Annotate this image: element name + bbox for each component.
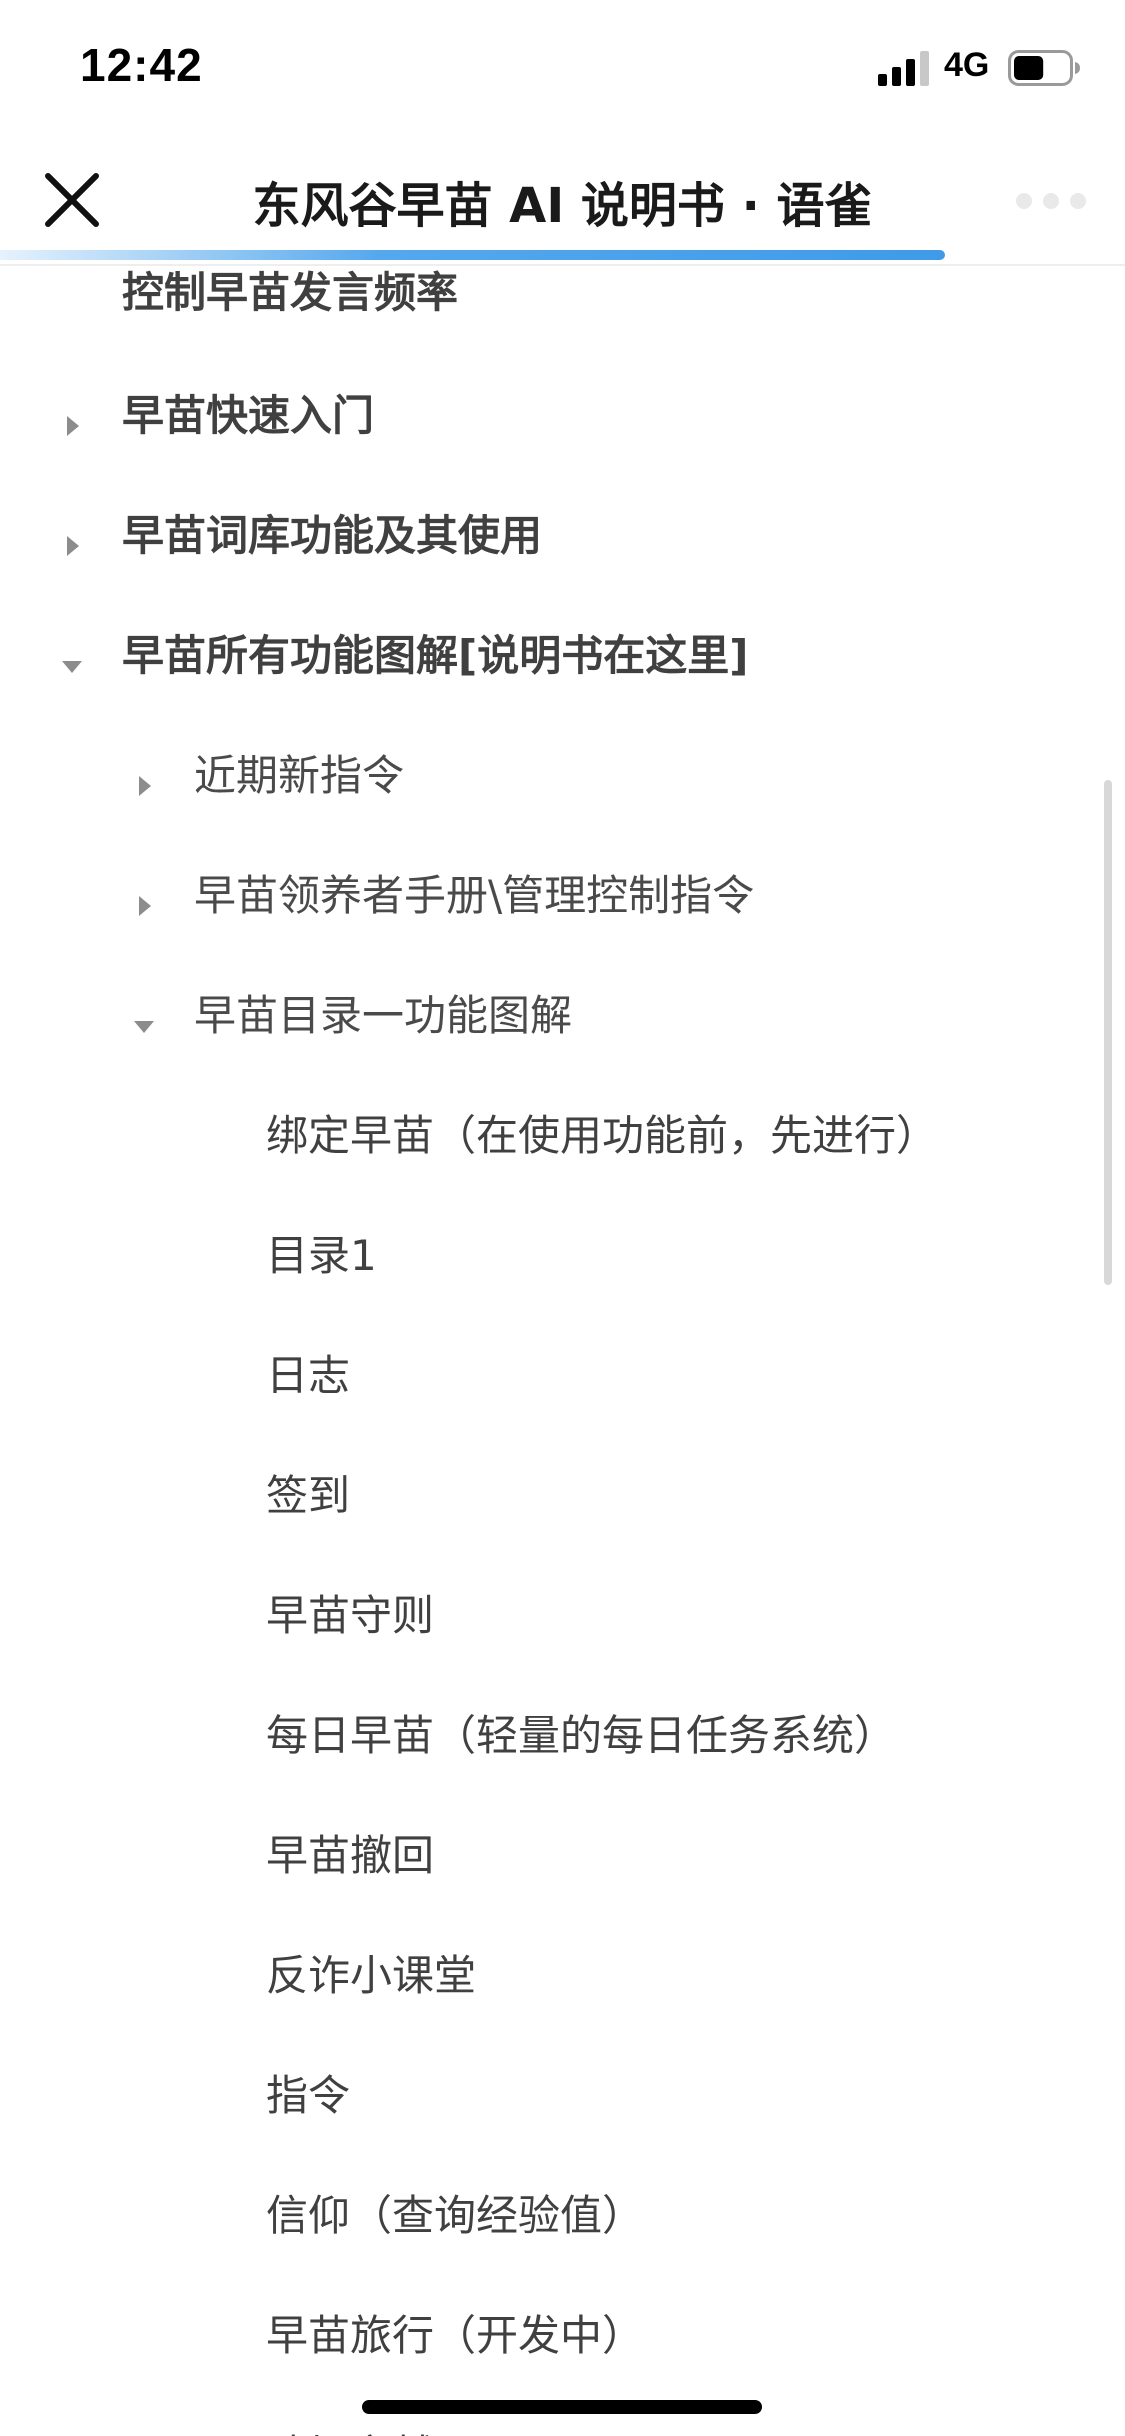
tree-leaf[interactable]: 早苗撤回 xyxy=(266,1807,434,1897)
page-title: 东风谷早苗 AI 说明书 · 语雀 xyxy=(252,178,873,234)
more-options-icon[interactable] xyxy=(1006,176,1096,226)
caret-down-icon[interactable] xyxy=(58,652,86,680)
tree-item[interactable]: 早苗所有功能图解[说明书在这里] xyxy=(122,607,748,697)
tree-item-label: 控制早苗发言频率 xyxy=(122,267,459,317)
tree-leaf-label: 签到 xyxy=(266,1470,351,1520)
tree-leaf-label: 赌场穿越 xyxy=(266,2422,434,2436)
tree-item[interactable]: 早苗词库功能及其使用 xyxy=(122,487,542,577)
caret-right-icon[interactable] xyxy=(58,412,86,440)
tree-leaf-label: 早苗旅行（开发中） xyxy=(266,2310,645,2360)
tree-leaf[interactable]: 签到 xyxy=(266,1447,350,1537)
page-load-progress xyxy=(0,250,1125,260)
tree-leaf[interactable]: 早苗旅行（开发中） xyxy=(266,2287,644,2377)
caret-down-icon[interactable] xyxy=(130,1012,158,1040)
tree-leaf-label: 指令 xyxy=(266,2070,351,2120)
home-indicator[interactable] xyxy=(362,2400,762,2414)
scrollbar[interactable] xyxy=(1104,780,1112,1285)
tree-leaf[interactable]: 信仰（查询经验值） xyxy=(266,2167,644,2257)
tree-leaf[interactable]: 指令 xyxy=(266,2047,350,2137)
tree-item-label: 早苗所有功能图解[说明书在这里] xyxy=(122,630,749,680)
tree-item-label: 早苗目录一功能图解 xyxy=(194,990,573,1040)
tree-leaf[interactable]: 目录1 xyxy=(266,1207,377,1297)
tree-leaf[interactable]: 每日早苗（轻量的每日任务系统） xyxy=(266,1687,896,1777)
caret-right-icon[interactable] xyxy=(58,532,86,560)
tree-leaf[interactable]: 反诈小课堂 xyxy=(266,1927,476,2017)
network-type: 4G xyxy=(944,46,990,84)
tree-leaf[interactable]: 绑定早苗（在使用功能前，先进行） xyxy=(266,1087,938,1177)
cellular-signal-icon xyxy=(878,51,929,86)
status-bar: 12:42 4G xyxy=(0,0,1125,136)
tree-leaf-label: 目录1 xyxy=(266,1230,377,1280)
caret-right-icon[interactable] xyxy=(130,892,158,920)
tree-leaf-label: 早苗守则 xyxy=(266,1590,435,1640)
tree-item-label: 早苗领养者手册\管理控制指令 xyxy=(194,870,755,920)
tree-item-label: 早苗词库功能及其使用 xyxy=(122,510,543,560)
tree-leaf-label: 绑定早苗（在使用功能前，先进行） xyxy=(266,1110,939,1160)
tree-leaf[interactable]: 日志 xyxy=(266,1327,350,1417)
page-load-progress-fill xyxy=(0,250,945,260)
tree-leaf-label: 信仰（查询经验值） xyxy=(266,2190,645,2240)
status-time: 12:42 xyxy=(80,39,203,91)
tree-item[interactable]: 早苗快速入门 xyxy=(122,367,374,457)
tree-item-partial[interactable]: 控制早苗发言频率 xyxy=(122,264,458,334)
navigation-bar: 东风谷早苗 AI 说明书 · 语雀 xyxy=(0,136,1125,266)
battery-icon xyxy=(1008,50,1080,86)
tree-item[interactable]: 近期新指令 xyxy=(194,727,404,817)
close-icon[interactable] xyxy=(36,164,108,236)
tree-leaf-label: 早苗撤回 xyxy=(266,1830,435,1880)
tree-leaf-label: 每日早苗（轻量的每日任务系统） xyxy=(266,1710,897,1760)
tree-leaf-label: 反诈小课堂 xyxy=(266,1950,477,2000)
tree-item[interactable]: 早苗目录一功能图解 xyxy=(194,967,572,1057)
tree-item-label: 早苗快速入门 xyxy=(122,390,375,440)
tree-item[interactable]: 早苗领养者手册\管理控制指令 xyxy=(194,847,754,937)
caret-right-icon[interactable] xyxy=(130,772,158,800)
tree-leaf[interactable]: 早苗守则 xyxy=(266,1567,434,1657)
tree-item-label: 近期新指令 xyxy=(194,750,405,800)
document-tree: 控制早苗发言频率 早苗快速入门 早苗词库功能及其使用 早苗所有功能图解[说明书在… xyxy=(0,264,1125,2436)
tree-leaf-label: 日志 xyxy=(266,1350,351,1400)
